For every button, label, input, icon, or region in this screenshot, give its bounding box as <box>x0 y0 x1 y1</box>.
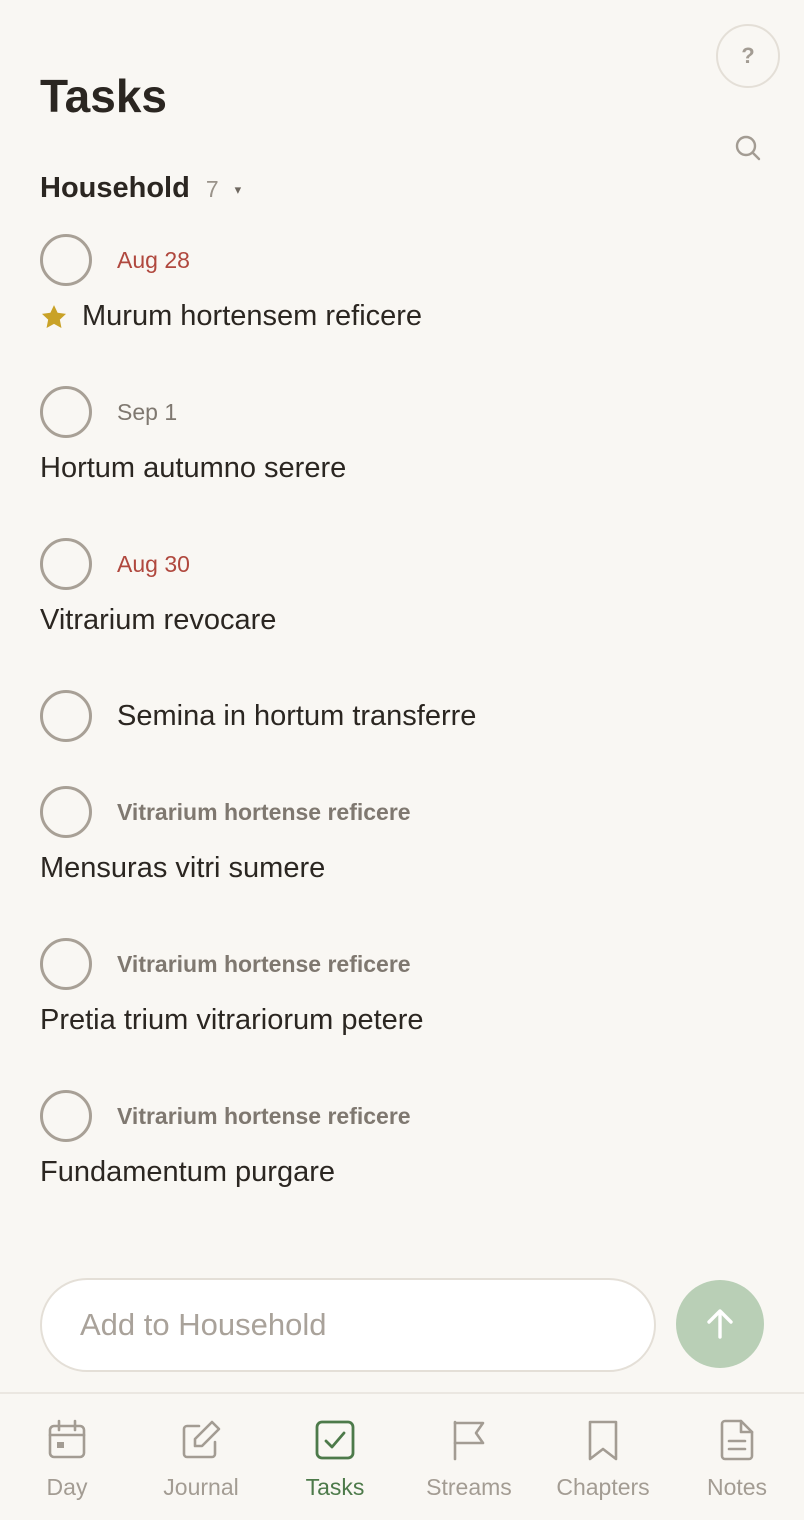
task-title[interactable]: Mensuras vitri sumere <box>40 852 325 885</box>
tab-label: Notes <box>706 1474 768 1500</box>
flag-icon <box>453 1420 485 1461</box>
task-checkbox[interactable] <box>40 938 92 990</box>
list-selector[interactable]: Household 7 ▾ <box>40 172 241 208</box>
list-name: Household <box>40 172 190 204</box>
tab-label: Journal <box>163 1474 239 1500</box>
task-title[interactable]: Hortum autumno serere <box>40 452 346 485</box>
task-title[interactable]: Fundamentum purgare <box>40 1156 335 1189</box>
tab-label: Day <box>46 1474 88 1500</box>
bottom-tab-bar: Day Journal Tasks Streams Chapters Notes <box>0 1392 804 1520</box>
star-icon <box>41 304 67 328</box>
document-icon <box>720 1419 754 1461</box>
tab-label: Streams <box>426 1474 512 1500</box>
task-title[interactable]: Semina in hortum transferre <box>117 690 476 742</box>
task-checkbox[interactable] <box>40 386 92 438</box>
tab-notes[interactable]: Notes <box>670 1418 804 1508</box>
task-checkbox[interactable] <box>40 690 92 742</box>
task-checkbox[interactable] <box>40 1090 92 1142</box>
search-button[interactable] <box>730 130 766 166</box>
tab-label: Tasks <box>305 1474 365 1500</box>
task-checkbox[interactable] <box>40 234 92 286</box>
task-due-date: Aug 30 <box>117 550 190 577</box>
task-parent-label: Vitrarium hortense reficere <box>117 950 411 977</box>
send-button[interactable] <box>676 1280 764 1368</box>
help-icon: ? <box>741 43 755 68</box>
tab-label: Chapters <box>556 1474 650 1500</box>
task-title[interactable]: Vitrarium revocare <box>40 604 276 637</box>
list-count: 7 <box>205 176 219 202</box>
page-title: Tasks <box>40 70 168 122</box>
arrow-up-icon <box>707 1309 733 1339</box>
chevron-down-icon: ▾ <box>234 182 242 197</box>
task-title-row[interactable]: Murum hortensem reficere <box>40 300 422 333</box>
tab-chapters[interactable]: Chapters <box>536 1418 670 1508</box>
task-checkbox[interactable] <box>40 538 92 590</box>
tab-day[interactable]: Day <box>0 1418 134 1508</box>
task-due-date: Sep 1 <box>117 398 178 425</box>
task-title: Murum hortensem reficere <box>82 300 423 332</box>
tab-journal[interactable]: Journal <box>134 1418 268 1508</box>
search-icon <box>735 135 761 161</box>
help-button[interactable]: ? <box>716 24 780 88</box>
tab-streams[interactable]: Streams <box>402 1418 536 1508</box>
task-parent-label: Vitrarium hortense reficere <box>117 798 411 825</box>
tab-tasks[interactable]: Tasks <box>268 1418 402 1508</box>
calendar-icon <box>48 1419 86 1459</box>
tasks-screen: ? Tasks Household 7 ▾ Aug 28 Murum horte… <box>0 0 804 1520</box>
task-parent-label: Vitrarium hortense reficere <box>117 1102 411 1129</box>
checkbox-icon <box>315 1420 355 1460</box>
task-checkbox[interactable] <box>40 786 92 838</box>
task-title[interactable]: Pretia trium vitrariorum petere <box>40 1004 424 1037</box>
add-task-input[interactable] <box>80 1307 654 1343</box>
task-due-date: Aug 28 <box>117 246 190 273</box>
edit-icon <box>182 1420 221 1459</box>
bookmark-icon <box>588 1420 618 1461</box>
add-task-field[interactable] <box>40 1278 656 1372</box>
